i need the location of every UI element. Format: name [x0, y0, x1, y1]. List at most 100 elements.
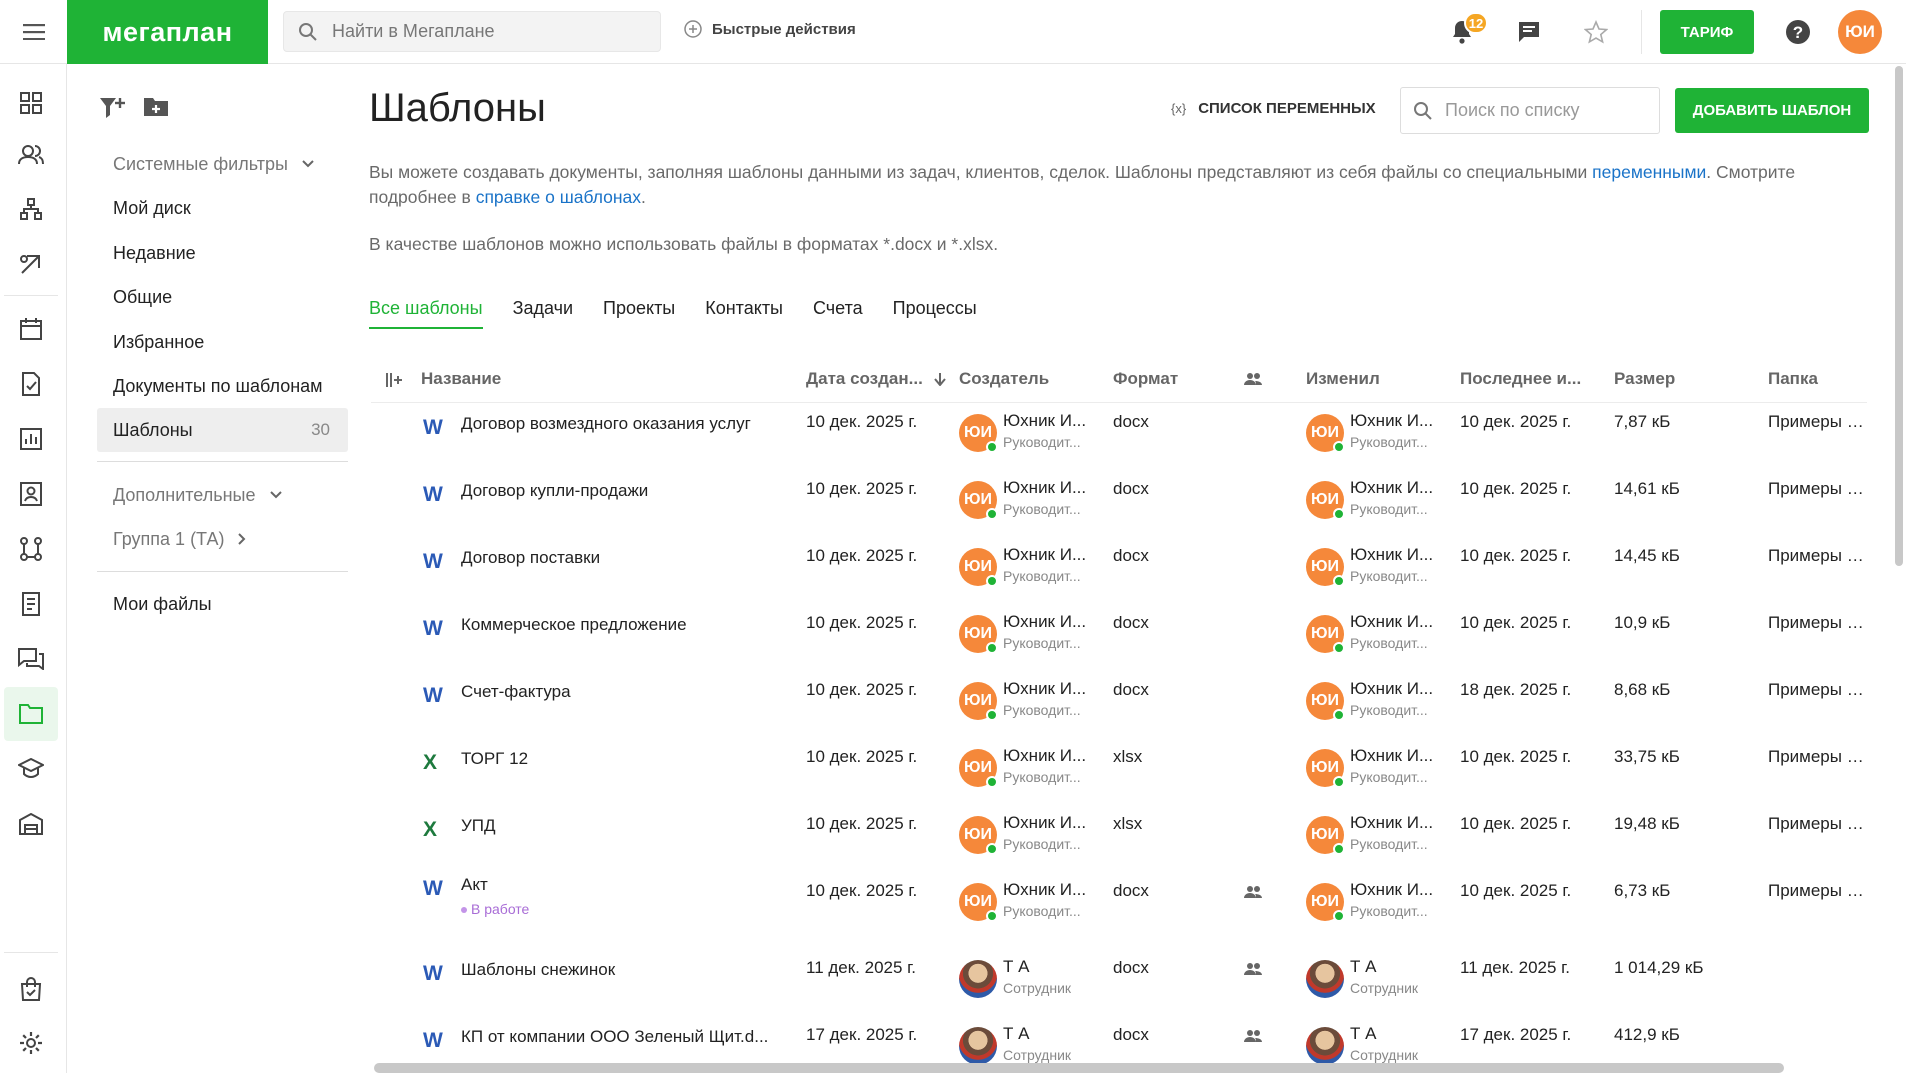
- avatar[interactable]: ЮИ: [959, 615, 998, 654]
- tab-contacts[interactable]: Контакты: [705, 298, 783, 329]
- template-name[interactable]: Шаблоны снежинок: [461, 960, 781, 980]
- sidebar-item-favorites[interactable]: Избранное: [97, 320, 348, 364]
- changer-name[interactable]: Юхник И...: [1350, 880, 1433, 900]
- column-header-last-modified[interactable]: Последнее и...: [1460, 369, 1581, 389]
- folder-name[interactable]: Примеры ш...: [1768, 412, 1867, 432]
- creator-name[interactable]: Юхник И...: [1003, 679, 1086, 699]
- creator-name[interactable]: Т А: [1003, 1024, 1029, 1044]
- learning-icon[interactable]: [4, 742, 58, 796]
- discussions-icon[interactable]: [4, 632, 58, 686]
- column-header-folder[interactable]: Папка: [1768, 369, 1818, 389]
- folder-name[interactable]: Примеры ш...: [1768, 814, 1867, 834]
- folder-name[interactable]: Примеры ш...: [1768, 747, 1867, 767]
- template-name[interactable]: Договор купли-продажи: [461, 481, 781, 501]
- list-search-input[interactable]: Поиск по списку: [1400, 87, 1660, 134]
- changer-name[interactable]: Юхник И...: [1350, 478, 1433, 498]
- creator-name[interactable]: Юхник И...: [1003, 478, 1086, 498]
- folder-name[interactable]: Примеры ш...: [1768, 479, 1867, 499]
- creator-name[interactable]: Юхник И...: [1003, 746, 1086, 766]
- settings-icon[interactable]: [4, 1016, 58, 1070]
- structure-icon[interactable]: [4, 182, 58, 236]
- add-template-button[interactable]: ДОБАВИТЬ ШАБЛОН: [1675, 88, 1869, 133]
- clients-icon[interactable]: [4, 128, 58, 182]
- avatar[interactable]: ЮИ: [1306, 883, 1345, 922]
- template-name[interactable]: Коммерческое предложение: [461, 615, 781, 635]
- tasks-icon[interactable]: [4, 357, 58, 411]
- table-row[interactable]: W Акт В работе 10 дек. 2025 г. ЮИ Юхник И... Р…: [371, 873, 1867, 940]
- deals-icon[interactable]: [4, 237, 58, 291]
- column-header-name[interactable]: Название: [421, 369, 501, 389]
- tab-processes[interactable]: Процессы: [893, 298, 977, 329]
- folder-name[interactable]: Примеры ш...: [1768, 546, 1867, 566]
- column-settings-icon[interactable]: [385, 372, 403, 388]
- changer-name[interactable]: Юхник И...: [1350, 679, 1433, 699]
- avatar[interactable]: [1306, 1027, 1344, 1065]
- quick-actions-button[interactable]: Быстрые действия: [684, 20, 856, 38]
- user-avatar[interactable]: ЮИ: [1838, 10, 1882, 54]
- horizontal-scrollbar[interactable]: [374, 1063, 1784, 1073]
- template-name[interactable]: КП от компании ООО Зеленый Щит.d...: [461, 1027, 781, 1047]
- table-row[interactable]: W Договор возмездного оказания услуг 10 де…: [371, 404, 1867, 471]
- sidebar-item-shared[interactable]: Общие: [97, 275, 348, 319]
- changer-name[interactable]: Юхник И...: [1350, 813, 1433, 833]
- avatar[interactable]: ЮИ: [1306, 615, 1345, 654]
- changer-name[interactable]: Юхник И...: [1350, 411, 1433, 431]
- extra-filters-toggle[interactable]: Дополнительные: [97, 473, 348, 517]
- variables-link[interactable]: переменными: [1592, 162, 1706, 182]
- avatar[interactable]: ЮИ: [959, 414, 998, 453]
- messages-button[interactable]: [1511, 14, 1547, 50]
- template-name[interactable]: Договор возмездного оказания услуг: [461, 414, 781, 434]
- column-header-changed-by[interactable]: Изменил: [1306, 369, 1380, 389]
- table-row[interactable]: W Договор поставки 10 дек. 2025 г. ЮИ Юхник …: [371, 538, 1867, 605]
- avatar[interactable]: ЮИ: [1306, 749, 1345, 788]
- variables-list-button[interactable]: {x} СПИСОК ПЕРЕМЕННЫХ: [1171, 100, 1376, 117]
- warehouse-icon[interactable]: [4, 797, 58, 851]
- creator-name[interactable]: Юхник И...: [1003, 545, 1086, 565]
- folder-name[interactable]: Примеры ш...: [1768, 613, 1867, 633]
- template-name[interactable]: Акт: [461, 875, 781, 895]
- template-name[interactable]: Счет-фактура: [461, 682, 781, 702]
- system-filters-toggle[interactable]: Системные фильтры: [97, 142, 348, 186]
- avatar[interactable]: ЮИ: [1306, 414, 1345, 453]
- processes-icon[interactable]: [4, 522, 58, 576]
- column-header-created[interactable]: Дата создан...: [806, 369, 946, 389]
- creator-name[interactable]: Юхник И...: [1003, 813, 1086, 833]
- tarif-button[interactable]: ТАРИФ: [1660, 10, 1754, 54]
- avatar[interactable]: ЮИ: [1306, 481, 1345, 520]
- documents-icon[interactable]: [4, 687, 58, 741]
- add-folder-icon[interactable]: [143, 96, 169, 118]
- changer-name[interactable]: Юхник И...: [1350, 545, 1433, 565]
- column-header-size[interactable]: Размер: [1614, 369, 1675, 389]
- sidebar-item-template-documents[interactable]: Документы по шаблонам: [97, 364, 348, 408]
- reports-icon[interactable]: [4, 412, 58, 466]
- creator-name[interactable]: Юхник И...: [1003, 411, 1086, 431]
- invoices-icon[interactable]: [4, 577, 58, 631]
- creator-name[interactable]: Юхник И...: [1003, 880, 1086, 900]
- avatar[interactable]: ЮИ: [959, 816, 998, 855]
- templates-help-link[interactable]: справке о шаблонах: [476, 187, 641, 207]
- tab-tasks[interactable]: Задачи: [513, 298, 573, 329]
- sidebar-item-my-files[interactable]: Мои файлы: [97, 582, 348, 626]
- changer-name[interactable]: Юхник И...: [1350, 612, 1433, 632]
- avatar[interactable]: ЮИ: [1306, 548, 1345, 587]
- folder-name[interactable]: Примеры ш...: [1768, 680, 1867, 700]
- notifications-button[interactable]: 12: [1444, 12, 1488, 50]
- folder-name[interactable]: Примеры ш...: [1768, 881, 1867, 901]
- avatar[interactable]: ЮИ: [959, 883, 998, 922]
- vertical-scrollbar[interactable]: [1895, 66, 1903, 566]
- template-name[interactable]: Договор поставки: [461, 548, 781, 568]
- changer-name[interactable]: Т А: [1350, 957, 1376, 977]
- calendar-icon[interactable]: [4, 302, 58, 356]
- column-header-format[interactable]: Формат: [1113, 369, 1178, 389]
- tab-projects[interactable]: Проекты: [603, 298, 675, 329]
- avatar[interactable]: ЮИ: [959, 682, 998, 721]
- sidebar-group-1[interactable]: Группа 1 (ТА): [97, 517, 348, 561]
- template-name[interactable]: ТОРГ 12: [461, 749, 781, 769]
- avatar[interactable]: ЮИ: [959, 548, 998, 587]
- dashboard-icon[interactable]: [4, 76, 58, 130]
- add-filter-icon[interactable]: [99, 96, 125, 120]
- avatar[interactable]: [1306, 960, 1344, 998]
- store-icon[interactable]: [4, 962, 58, 1016]
- table-row[interactable]: W Счет-фактура 10 дек. 2025 г. ЮИ Юхник И...…: [371, 672, 1867, 739]
- table-row[interactable]: W Коммерческое предложение 10 дек. 2025 г.…: [371, 605, 1867, 672]
